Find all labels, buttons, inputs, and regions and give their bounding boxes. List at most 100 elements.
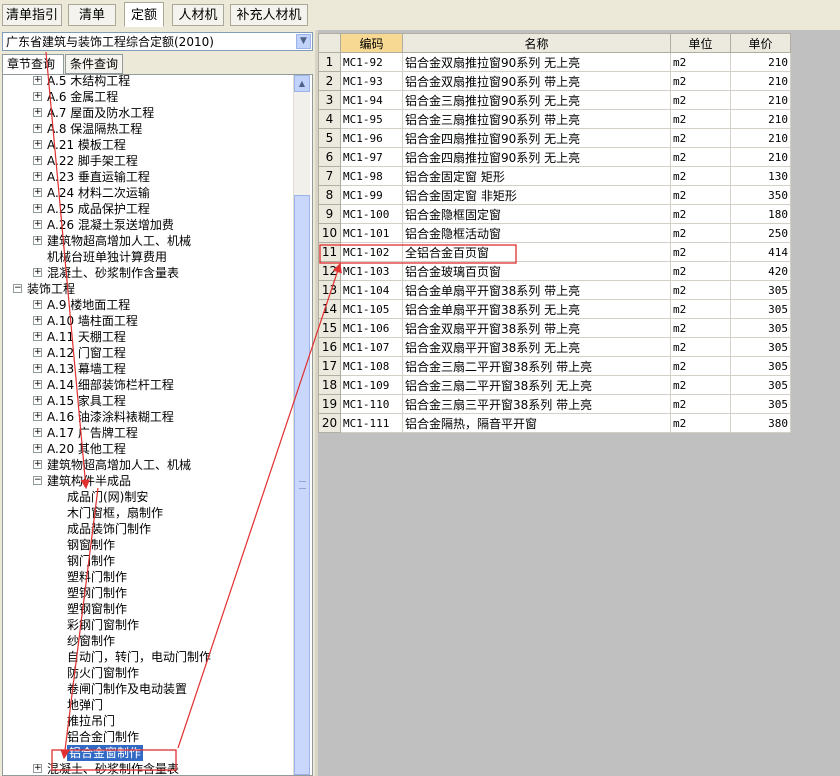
cell-price[interactable]: 380 xyxy=(730,413,791,433)
table-row[interactable]: 12 MC1-103 铝合金玻璃百页窗 m2 420 xyxy=(318,261,791,281)
tree-node[interactable]: 推拉吊门 xyxy=(3,713,293,729)
cell-code[interactable]: MC1-111 xyxy=(340,413,403,433)
row-index[interactable]: 18 xyxy=(318,375,341,395)
row-index[interactable]: 17 xyxy=(318,356,341,376)
tree-node[interactable]: 塑钢门制作 xyxy=(3,585,293,601)
cell-unit[interactable]: m2 xyxy=(670,261,731,281)
collapse-icon[interactable]: − xyxy=(13,284,22,293)
tree-node[interactable]: 成品门(网)制安 xyxy=(3,489,293,505)
expand-icon[interactable]: + xyxy=(33,188,42,197)
quota-library-select[interactable]: 广东省建筑与装饰工程综合定额(2010) ▼ xyxy=(2,32,313,51)
tree-node[interactable]: − 装饰工程 xyxy=(3,281,293,297)
cell-code[interactable]: MC1-98 xyxy=(340,166,403,186)
tree-node[interactable]: + A.9 楼地面工程 xyxy=(3,297,293,313)
cell-name[interactable]: 铝合金双扇推拉窗90系列 无上亮 xyxy=(402,52,671,72)
table-row[interactable]: 5 MC1-96 铝合金四扇推拉窗90系列 无上亮 m2 210 xyxy=(318,128,791,148)
cell-price[interactable]: 305 xyxy=(730,375,791,395)
table-row[interactable]: 15 MC1-106 铝合金双扇平开窗38系列 带上亮 m2 305 xyxy=(318,318,791,338)
tree-node[interactable]: + A.24 材料二次运输 xyxy=(3,185,293,201)
tree-node[interactable]: + 混凝土、砂浆制作含量表 xyxy=(3,761,293,775)
table-row[interactable]: 19 MC1-110 铝合金三扇三平开窗38系列 带上亮 m2 305 xyxy=(318,394,791,414)
cell-price[interactable]: 305 xyxy=(730,356,791,376)
cell-price[interactable]: 180 xyxy=(730,204,791,224)
row-index[interactable]: 16 xyxy=(318,337,341,357)
cell-code[interactable]: MC1-103 xyxy=(340,261,403,281)
cell-unit[interactable]: m2 xyxy=(670,318,731,338)
table-row[interactable]: 14 MC1-105 铝合金单扇平开窗38系列 无上亮 m2 305 xyxy=(318,299,791,319)
collapse-icon[interactable]: − xyxy=(33,476,42,485)
expand-icon[interactable]: + xyxy=(33,332,42,341)
row-index[interactable]: 3 xyxy=(318,90,341,110)
cell-unit[interactable]: m2 xyxy=(670,147,731,167)
cell-name[interactable]: 全铝合金百页窗 xyxy=(402,242,671,262)
cell-name[interactable]: 铝合金玻璃百页窗 xyxy=(402,261,671,281)
cell-unit[interactable]: m2 xyxy=(670,71,731,91)
tree-node[interactable]: + A.22 脚手架工程 xyxy=(3,153,293,169)
header-name[interactable]: 名称 xyxy=(402,33,671,53)
table-row[interactable]: 17 MC1-108 铝合金三扇二平开窗38系列 带上亮 m2 305 xyxy=(318,356,791,376)
cell-name[interactable]: 铝合金四扇推拉窗90系列 无上亮 xyxy=(402,147,671,167)
tree-node[interactable]: 卷闸门制作及电动装置 xyxy=(3,681,293,697)
tree-node[interactable]: 纱窗制作 xyxy=(3,633,293,649)
expand-icon[interactable]: + xyxy=(33,764,42,773)
tab-chapter-query[interactable]: 章节查询 xyxy=(2,54,64,75)
expand-icon[interactable]: + xyxy=(33,428,42,437)
cell-name[interactable]: 铝合金隔热，隔音平开窗 xyxy=(402,413,671,433)
cell-unit[interactable]: m2 xyxy=(670,413,731,433)
header-price[interactable]: 单价 xyxy=(730,33,791,53)
cell-price[interactable]: 210 xyxy=(730,128,791,148)
tree-node[interactable]: + A.7 屋面及防水工程 xyxy=(3,105,293,121)
table-row[interactable]: 9 MC1-100 铝合金隐框固定窗 m2 180 xyxy=(318,204,791,224)
expand-icon[interactable]: + xyxy=(33,412,42,421)
cell-name[interactable]: 铝合金三扇二平开窗38系列 无上亮 xyxy=(402,375,671,395)
row-index[interactable]: 1 xyxy=(318,52,341,72)
expand-icon[interactable]: + xyxy=(33,92,42,101)
tree-node[interactable]: + 建筑物超高增加人工、机械 xyxy=(3,233,293,249)
tree-node[interactable]: 铝合金窗制作 xyxy=(3,745,293,761)
cell-unit[interactable]: m2 xyxy=(670,52,731,72)
tree-node[interactable]: 地弹门 xyxy=(3,697,293,713)
header-code[interactable]: 编码 xyxy=(340,33,403,53)
expand-icon[interactable]: + xyxy=(33,172,42,181)
expand-icon[interactable]: + xyxy=(33,348,42,357)
row-index[interactable]: 20 xyxy=(318,413,341,433)
tree-node[interactable]: 彩钢门窗制作 xyxy=(3,617,293,633)
table-row[interactable]: 8 MC1-99 铝合金固定窗 非矩形 m2 350 xyxy=(318,185,791,205)
tree-node[interactable]: + A.10 墙柱面工程 xyxy=(3,313,293,329)
cell-name[interactable]: 铝合金隐框活动窗 xyxy=(402,223,671,243)
expand-icon[interactable]: + xyxy=(33,364,42,373)
tree-node[interactable]: + A.15 家具工程 xyxy=(3,393,293,409)
tree-node[interactable]: 防火门窗制作 xyxy=(3,665,293,681)
tab-list-guide[interactable]: 清单指引 xyxy=(2,4,62,26)
cell-unit[interactable]: m2 xyxy=(670,337,731,357)
tree-node[interactable]: + A.16 油漆涂料裱糊工程 xyxy=(3,409,293,425)
expand-icon[interactable]: + xyxy=(33,220,42,229)
row-index[interactable]: 7 xyxy=(318,166,341,186)
table-row[interactable]: 10 MC1-101 铝合金隐框活动窗 m2 250 xyxy=(318,223,791,243)
table-row[interactable]: 3 MC1-94 铝合金三扇推拉窗90系列 无上亮 m2 210 xyxy=(318,90,791,110)
tree-node[interactable]: + A.11 天棚工程 xyxy=(3,329,293,345)
tab-labor-material-machine[interactable]: 人材机 xyxy=(172,4,224,26)
cell-price[interactable]: 305 xyxy=(730,394,791,414)
table-row[interactable]: 1 MC1-92 铝合金双扇推拉窗90系列 无上亮 m2 210 xyxy=(318,52,791,72)
tab-list[interactable]: 清单 xyxy=(68,4,116,26)
header-unit[interactable]: 单位 xyxy=(670,33,731,53)
tree-node[interactable]: + A.12 门窗工程 xyxy=(3,345,293,361)
cell-code[interactable]: MC1-100 xyxy=(340,204,403,224)
cell-price[interactable]: 414 xyxy=(730,242,791,262)
cell-name[interactable]: 铝合金三扇推拉窗90系列 无上亮 xyxy=(402,90,671,110)
cell-price[interactable]: 350 xyxy=(730,185,791,205)
cell-name[interactable]: 铝合金三扇三平开窗38系列 带上亮 xyxy=(402,394,671,414)
cell-price[interactable]: 250 xyxy=(730,223,791,243)
cell-price[interactable]: 305 xyxy=(730,299,791,319)
expand-icon[interactable]: + xyxy=(33,396,42,405)
row-index[interactable]: 12 xyxy=(318,261,341,281)
cell-name[interactable]: 铝合金固定窗 非矩形 xyxy=(402,185,671,205)
table-row[interactable]: 2 MC1-93 铝合金双扇推拉窗90系列 带上亮 m2 210 xyxy=(318,71,791,91)
row-index[interactable]: 8 xyxy=(318,185,341,205)
tree-scrollbar[interactable]: ▲ xyxy=(293,75,310,775)
tree-node[interactable]: − 建筑构件半成品 xyxy=(3,473,293,489)
cell-code[interactable]: MC1-107 xyxy=(340,337,403,357)
cell-name[interactable]: 铝合金单扇平开窗38系列 无上亮 xyxy=(402,299,671,319)
tree-node[interactable]: + A.5 木结构工程 xyxy=(3,75,293,89)
